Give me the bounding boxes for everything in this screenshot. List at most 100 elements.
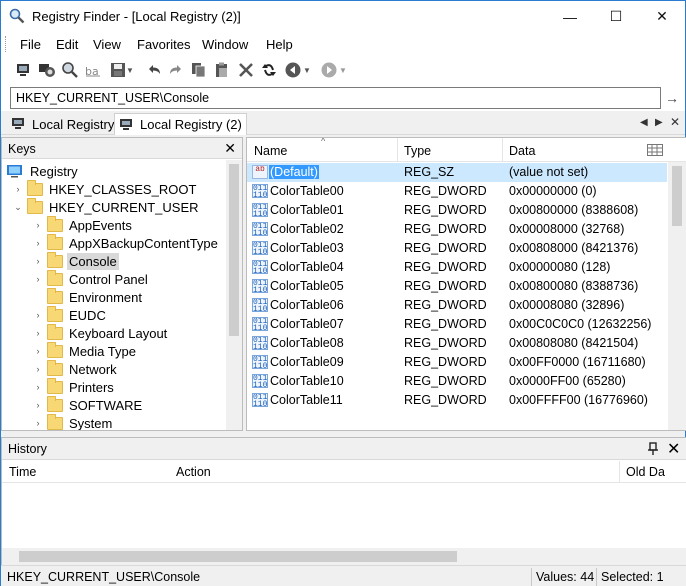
- value-name: ColorTable10: [270, 374, 344, 388]
- value-row[interactable]: 011 110 ColorTable01 REG_DWORD 0x00800000 (…: [247, 201, 667, 220]
- column-divider[interactable]: [502, 138, 503, 162]
- menu-edit[interactable]: Edit: [56, 37, 78, 52]
- value-data: 0x00FF0000 (16711680): [509, 355, 646, 369]
- find-icon[interactable]: [60, 60, 80, 80]
- tab-label: Local Registry: [32, 116, 115, 132]
- minimize-button[interactable]: —: [547, 1, 593, 32]
- back-icon[interactable]: [283, 60, 303, 80]
- collapse-chevron-icon[interactable]: ⌄: [12, 202, 24, 213]
- menu-view[interactable]: View: [93, 37, 121, 52]
- history-pane-header: History ✕: [2, 438, 686, 460]
- column-name[interactable]: Name: [254, 144, 287, 158]
- tab-scroll-left-icon[interactable]: ◀: [640, 117, 648, 128]
- value-row[interactable]: 011 110 ColorTable09 REG_DWORD 0x00FF0000 (…: [247, 353, 667, 372]
- tree-node[interactable]: Environment: [32, 287, 144, 306]
- scrollbar-thumb[interactable]: [229, 164, 239, 336]
- tab-local-registry-2[interactable]: Local Registry (2): [114, 113, 247, 135]
- value-row[interactable]: 011 110 ColorTable02 REG_DWORD 0x00008000 (…: [247, 220, 667, 239]
- expand-chevron-icon[interactable]: ›: [32, 238, 44, 248]
- value-row[interactable]: 011 110 ColorTable10 REG_DWORD 0x0000FF00 (…: [247, 372, 667, 391]
- expand-chevron-icon[interactable]: ›: [32, 274, 44, 284]
- rename-icon[interactable]: ba: [83, 60, 103, 80]
- column-old-data[interactable]: Old Da: [626, 465, 665, 479]
- close-history-pane-icon[interactable]: ✕: [667, 439, 680, 459]
- address-input[interactable]: HKEY_CURRENT_USER\Console: [10, 87, 661, 109]
- tree-node[interactable]: › Keyboard Layout: [32, 323, 169, 342]
- column-type[interactable]: Type: [404, 144, 431, 158]
- scrollbar-thumb[interactable]: [672, 166, 682, 226]
- value-row[interactable]: 011 110 ColorTable03 REG_DWORD 0x00808000 (…: [247, 239, 667, 258]
- tree-node[interactable]: › AppXBackupContentType: [32, 233, 220, 252]
- save-dropdown-chevron-icon[interactable]: ▼: [125, 60, 135, 80]
- value-row[interactable]: ab (Default) REG_SZ (value not set): [247, 163, 667, 182]
- expand-chevron-icon[interactable]: ›: [32, 382, 44, 392]
- expand-chevron-icon[interactable]: ›: [32, 310, 44, 320]
- menu-file[interactable]: File: [20, 37, 41, 52]
- column-chooser-icon[interactable]: [647, 144, 663, 156]
- column-divider[interactable]: [619, 461, 620, 483]
- expand-chevron-icon[interactable]: ›: [32, 346, 44, 356]
- pin-icon[interactable]: [647, 442, 659, 456]
- copy-icon[interactable]: [189, 60, 209, 80]
- expand-chevron-icon[interactable]: ›: [32, 400, 44, 410]
- tree-node[interactable]: › Control Panel: [32, 269, 150, 288]
- close-tab-icon[interactable]: ✕: [670, 115, 680, 129]
- value-row[interactable]: 011 110 ColorTable00 REG_DWORD 0x00000000 (…: [247, 182, 667, 201]
- value-row[interactable]: 011 110 ColorTable07 REG_DWORD 0x00C0C0C0 (…: [247, 315, 667, 334]
- forward-icon[interactable]: [319, 60, 339, 80]
- value-row[interactable]: 011 110 ColorTable11 REG_DWORD 0x00FFFF00 (…: [247, 391, 667, 410]
- value-row[interactable]: 011 110 ColorTable05 REG_DWORD 0x00800080 (…: [247, 277, 667, 296]
- folder-icon: [47, 305, 63, 322]
- value-row[interactable]: 011 110 ColorTable06 REG_DWORD 0x00008080 (…: [247, 296, 667, 315]
- tree-node[interactable]: ⌄ HKEY_CURRENT_USER: [12, 197, 201, 216]
- delete-icon[interactable]: [236, 60, 256, 80]
- tree-node[interactable]: Registry: [6, 162, 80, 180]
- close-window-button[interactable]: ✕: [639, 1, 685, 32]
- expand-chevron-icon[interactable]: ›: [32, 220, 44, 230]
- menu-favorites[interactable]: Favorites: [137, 37, 190, 52]
- column-time[interactable]: Time: [9, 465, 36, 479]
- column-action[interactable]: Action: [176, 465, 211, 479]
- value-row[interactable]: 011 110 ColorTable04 REG_DWORD 0x00000080 (…: [247, 258, 667, 277]
- expand-chevron-icon[interactable]: ›: [32, 328, 44, 338]
- folder-icon: [47, 377, 63, 394]
- column-data[interactable]: Data: [509, 144, 535, 158]
- refresh-icon[interactable]: [259, 60, 279, 80]
- maximize-button[interactable]: ☐: [593, 1, 639, 32]
- back-dropdown-chevron-icon[interactable]: ▼: [302, 60, 312, 80]
- tree-node[interactable]: › EUDC: [32, 305, 108, 324]
- keys-pane-header: Keys ✕: [2, 138, 242, 159]
- redo-icon[interactable]: [166, 60, 186, 80]
- tree-node[interactable]: › Network: [32, 359, 119, 378]
- go-arrow-icon[interactable]: →: [665, 90, 679, 106]
- menu-help[interactable]: Help: [266, 37, 293, 52]
- tree-node[interactable]: › SOFTWARE: [32, 395, 144, 414]
- tab-scroll-right-icon[interactable]: ▶: [655, 117, 663, 128]
- tree-node-label: Network: [69, 361, 117, 377]
- tree-node[interactable]: › HKEY_CLASSES_ROOT: [12, 179, 198, 198]
- value-type: REG_DWORD: [404, 355, 487, 369]
- history-horizontal-scrollbar[interactable]: [2, 548, 686, 565]
- connect-remote-icon[interactable]: [37, 60, 57, 80]
- tree-node[interactable]: › Media Type: [32, 341, 138, 360]
- tab-local-registry[interactable]: Local Registry: [7, 113, 118, 135]
- value-row[interactable]: 011 110 ColorTable08 REG_DWORD 0x00808080 (…: [247, 334, 667, 353]
- computer-connect-icon[interactable]: [14, 60, 34, 80]
- tree-node[interactable]: › AppEvents: [32, 215, 134, 234]
- tree-node[interactable]: › Console: [32, 251, 119, 270]
- expand-chevron-icon[interactable]: ›: [32, 418, 44, 428]
- keys-vertical-scrollbar[interactable]: [226, 160, 242, 430]
- tree-node[interactable]: › Printers: [32, 377, 116, 396]
- values-vertical-scrollbar[interactable]: [668, 162, 686, 430]
- tree-node[interactable]: › System: [32, 413, 114, 430]
- close-keys-pane-icon[interactable]: ✕: [224, 140, 236, 157]
- undo-icon[interactable]: [144, 60, 164, 80]
- expand-chevron-icon[interactable]: ›: [32, 364, 44, 374]
- menu-window[interactable]: Window: [202, 37, 248, 52]
- column-divider[interactable]: [397, 138, 398, 162]
- scrollbar-thumb[interactable]: [19, 551, 457, 562]
- paste-icon[interactable]: [212, 60, 232, 80]
- expand-chevron-icon[interactable]: ›: [32, 256, 44, 266]
- forward-dropdown-chevron-icon[interactable]: ▼: [338, 60, 348, 80]
- expand-chevron-icon[interactable]: ›: [12, 184, 24, 194]
